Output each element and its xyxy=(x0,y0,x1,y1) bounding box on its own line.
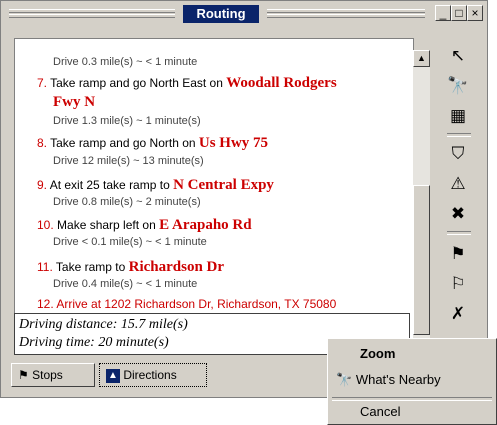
select-pointer-icon[interactable]: ↖ xyxy=(441,43,475,69)
route-planner-icon[interactable]: ▦ xyxy=(441,103,475,129)
stops-flag-icon: ⚑ xyxy=(18,368,29,382)
step-10: 10. Make sharp left on E Arapaho Rd xyxy=(37,217,252,234)
step-11-road: Richardson Dr xyxy=(128,259,225,275)
window-title: Routing xyxy=(183,5,259,23)
flag-disabled-icon: ⚐ xyxy=(450,274,466,293)
step-7-number: 7. xyxy=(37,76,48,90)
scroll-thumb[interactable] xyxy=(413,185,430,335)
step-10-text: Make sharp left on xyxy=(53,218,160,232)
scroll-up-button[interactable]: ▲ xyxy=(413,50,430,67)
toolbar-separator-2 xyxy=(447,231,471,235)
route-toolbar: ↖ 🔭 ▦ ⛉ ⚠ ✖ ⚑ ⚐ ✗ xyxy=(441,39,481,361)
tab-stops[interactable]: ⚑ Stops xyxy=(11,363,95,387)
tab-stops-label: Stops xyxy=(32,368,63,382)
step-11-text: Take ramp to xyxy=(52,260,129,274)
highway-shield-icon[interactable]: ⛉ xyxy=(441,141,475,167)
driving-distance: Driving distance: 15.7 mile(s) xyxy=(19,317,188,332)
step-7-road-line2: Fwy N xyxy=(53,94,96,110)
step-9: 9. At exit 25 take ramp to N Central Exp… xyxy=(37,177,274,194)
tab-directions-label: Directions xyxy=(123,368,177,382)
binoculars-icon: 🔭 xyxy=(336,372,353,387)
minimize-button[interactable]: _ xyxy=(435,5,451,21)
step-7-road-cont: Fwy N xyxy=(53,94,95,111)
title-bar[interactable]: Routing _ □ × xyxy=(3,3,485,27)
find-binoculars-icon[interactable]: 🔭 xyxy=(441,73,475,99)
step-12-arrive: 12. Arrive at 1202 Richardson Dr, Richar… xyxy=(37,297,337,311)
step-8-text: Take ramp and go North on xyxy=(47,136,199,150)
menu-item-whats-nearby[interactable]: 🔭 What's Nearby xyxy=(328,369,496,391)
step-10-detail: Drive < 0.1 mile(s) ~ < 1 minute xyxy=(53,236,207,248)
step-7-detail: Drive 1.3 mile(s) ~ 1 minute(s) xyxy=(53,115,201,127)
step-10-number: 10. xyxy=(37,218,54,232)
step-8-detail: Drive 12 mile(s) ~ 13 minute(s) xyxy=(53,155,204,167)
close-button[interactable]: × xyxy=(467,5,483,21)
directions-arrow-icon: ▲ xyxy=(106,368,120,383)
clear-flags-icon[interactable]: ✗ xyxy=(441,301,475,327)
driving-time: Driving time: 20 minute(s) xyxy=(19,335,169,350)
step-9-number: 9. xyxy=(37,178,48,192)
step-9-detail: Drive 0.8 mile(s) ~ 2 minute(s) xyxy=(53,196,201,208)
step-7-text: Take ramp and go North East on xyxy=(47,76,227,90)
maximize-button[interactable]: □ xyxy=(451,5,467,21)
menu-item-zoom[interactable]: Zoom xyxy=(328,343,496,365)
step-8-road: Us Hwy 75 xyxy=(198,135,269,151)
step-9-road: N Central Expy xyxy=(173,177,274,193)
context-menu: Zoom 🔭 What's Nearby Cancel xyxy=(327,338,497,425)
directions-list[interactable]: Drive 0.3 mile(s) ~ < 1 minute 7. Take r… xyxy=(14,38,414,352)
toolbar-separator xyxy=(447,133,471,137)
avoid-area-icon[interactable]: ⚠ xyxy=(441,171,475,197)
step-7-road: Woodall Rodgers xyxy=(226,75,337,91)
title-grip-right xyxy=(267,9,425,13)
step-8-number: 8. xyxy=(37,136,48,150)
tab-directions[interactable]: ▲ Directions xyxy=(99,363,207,387)
step-11-number: 11. xyxy=(37,260,53,274)
title-grip-left-2 xyxy=(9,14,175,18)
step-9-text: At exit 25 take ramp to xyxy=(47,178,174,192)
step-11: 11. Take ramp to Richardson Dr xyxy=(37,259,224,276)
title-grip-right-2 xyxy=(267,14,425,18)
step-8: 8. Take ramp and go North on Us Hwy 75 xyxy=(37,135,268,152)
add-flag-icon[interactable]: ⚑ xyxy=(441,241,475,267)
step-10-road: E Arapaho Rd xyxy=(159,217,252,233)
menu-item-cancel[interactable]: Cancel xyxy=(328,401,496,423)
step-11-detail: Drive 0.4 mile(s) ~ < 1 minute xyxy=(53,278,198,290)
title-grip-left xyxy=(9,9,175,13)
step-7: 7. Take ramp and go North East on Woodal… xyxy=(37,75,337,92)
vertical-scrollbar[interactable]: ▲ xyxy=(413,50,430,352)
menu-item-whats-nearby-label: What's Nearby xyxy=(355,372,441,387)
remove-stop-icon[interactable]: ✖ xyxy=(441,201,475,227)
step-6-detail: Drive 0.3 mile(s) ~ < 1 minute xyxy=(53,56,198,68)
